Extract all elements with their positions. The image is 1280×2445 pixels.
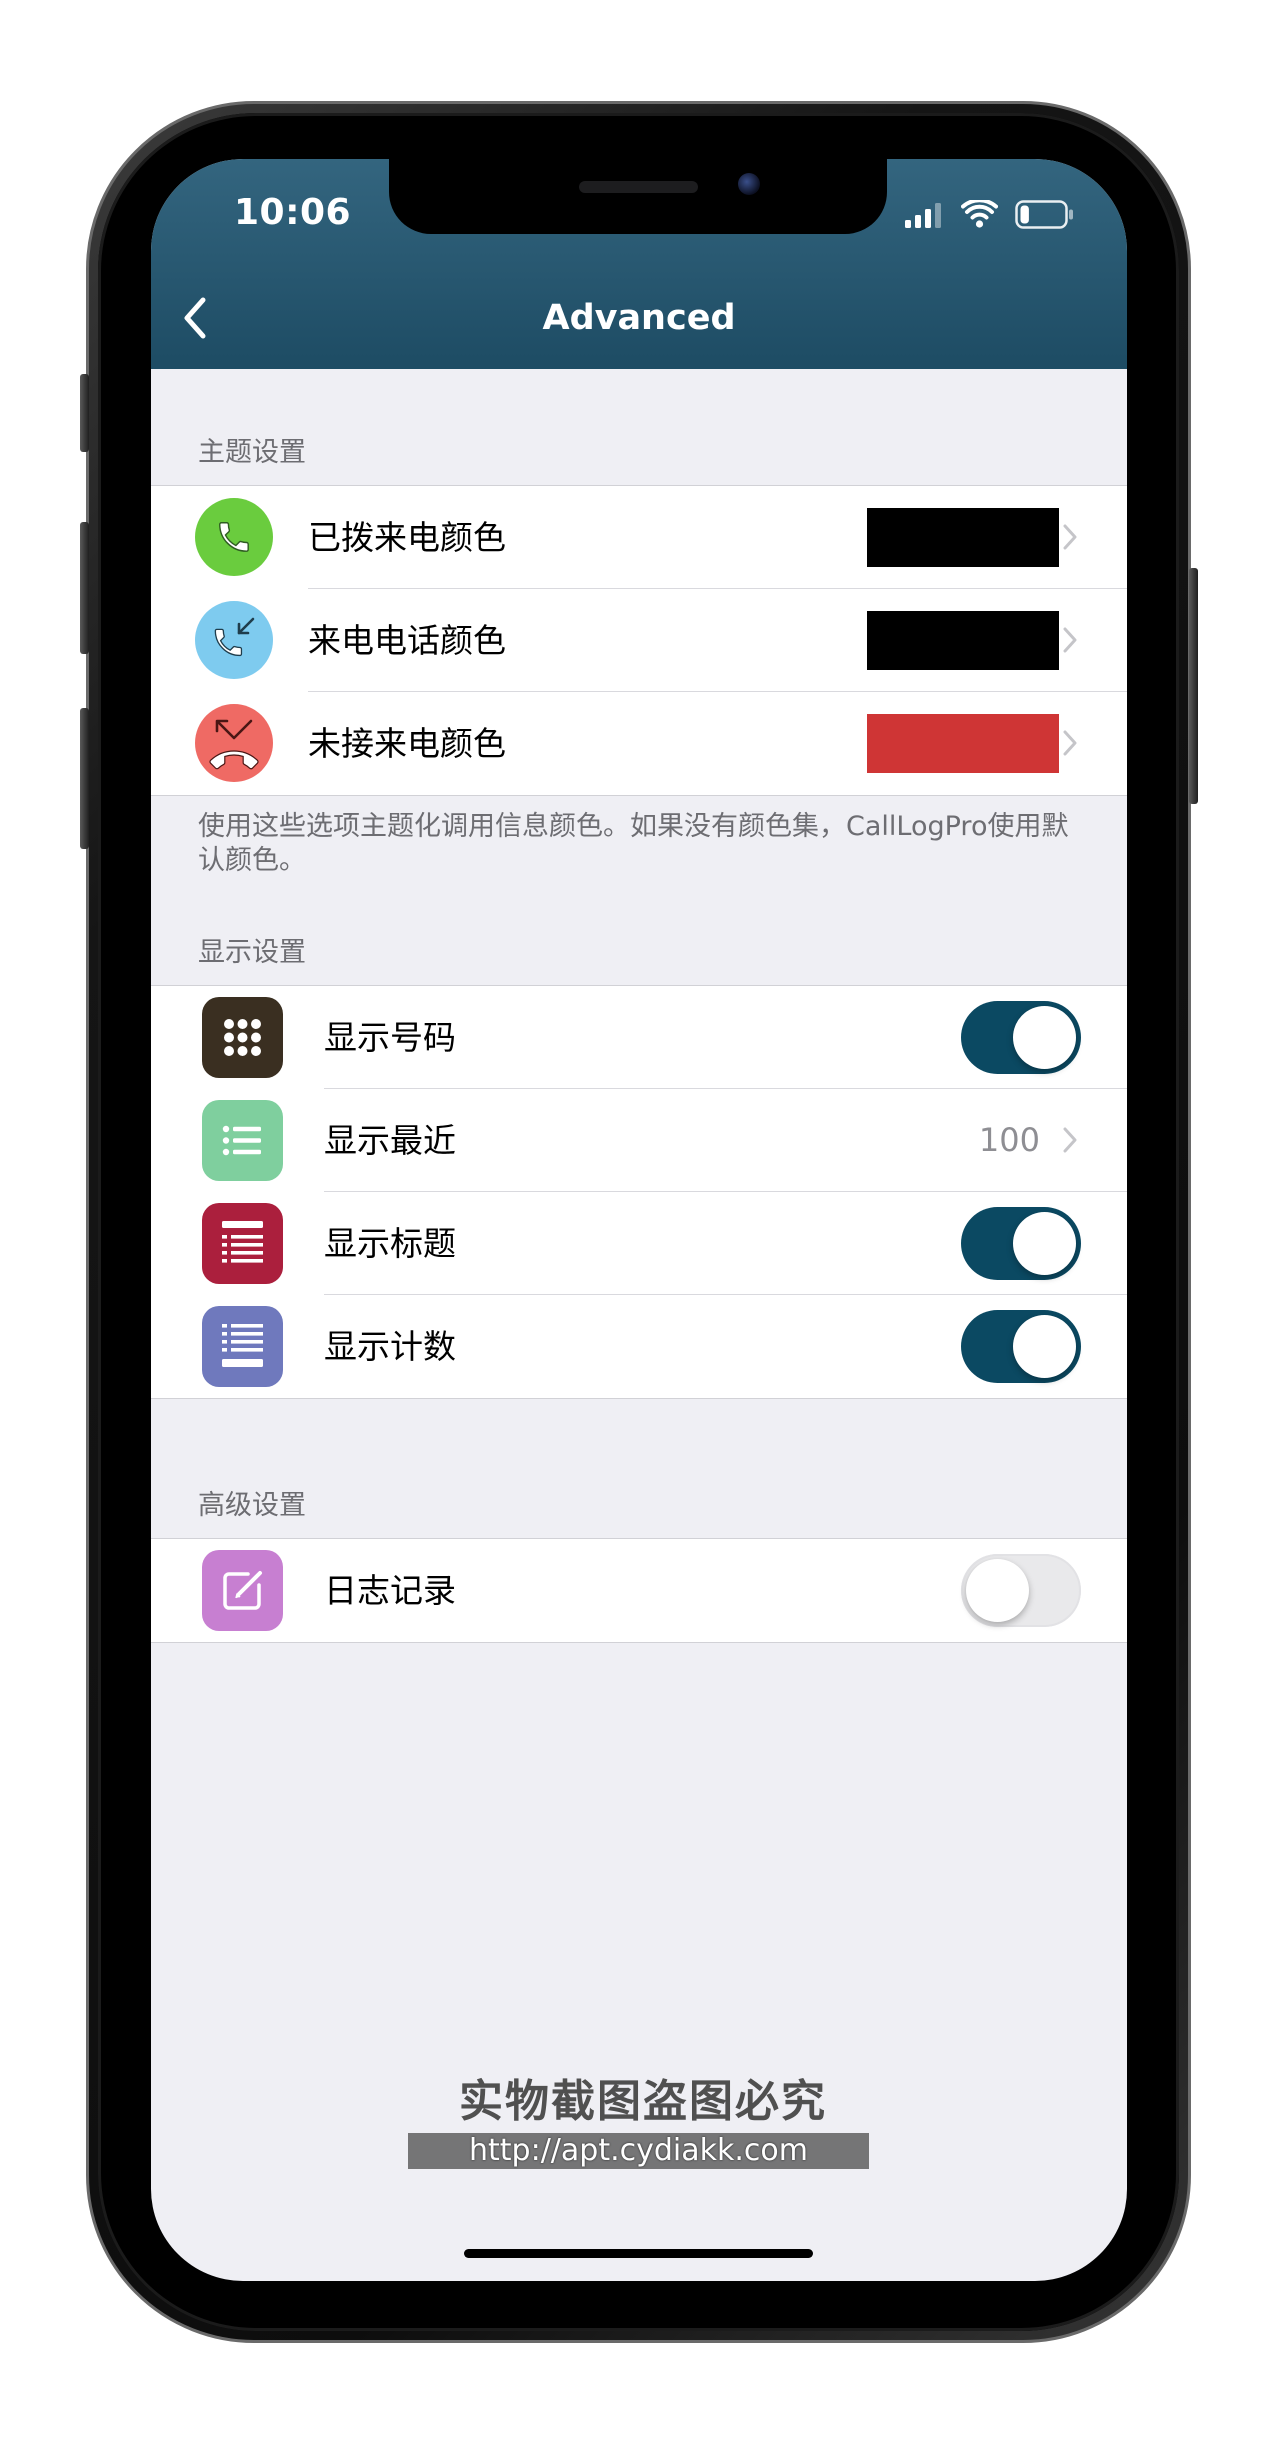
- outgoing-call-color-row[interactable]: 已拨来电颜色: [151, 486, 1127, 589]
- keypad-icon-glyph: [224, 1019, 261, 1056]
- notch: [389, 159, 887, 234]
- keypad-icon: [202, 997, 283, 1078]
- section-header-display: 显示设置: [198, 937, 306, 968]
- signal-bar: [925, 209, 931, 228]
- navigation-bar: 10:06 Advanced: [151, 159, 1127, 369]
- home-indicator[interactable]: [464, 2249, 813, 2258]
- battery-fill: [1020, 205, 1029, 224]
- missed-call-icon-glyph: [209, 719, 259, 770]
- list-icon: [202, 1203, 283, 1284]
- missed-call-color-label: 未接来电颜色: [308, 724, 506, 763]
- advanced-settings-group: 日志记录: [151, 1538, 1127, 1643]
- watermark-text: 实物截图盗图必究: [459, 2076, 827, 2127]
- silent-switch: [80, 374, 89, 452]
- toggle-knob: [966, 1559, 1029, 1622]
- chevron-right-icon: [1063, 524, 1077, 550]
- volume-up-button: [80, 522, 89, 654]
- volume-down-button: [80, 708, 89, 849]
- logging-label: 日志记录: [324, 1571, 456, 1610]
- signal-bar: [915, 215, 921, 228]
- toggle-knob: [1013, 1212, 1076, 1275]
- wifi-icon: [961, 200, 998, 228]
- speaker-grill: [579, 181, 698, 193]
- incoming-call-color-swatch[interactable]: [867, 611, 1059, 670]
- battery-icon: [1015, 200, 1073, 229]
- show-recent-label: 显示最近: [324, 1121, 456, 1160]
- front-camera: [738, 173, 760, 195]
- edit-icon: [202, 1550, 283, 1631]
- display-settings-group: 显示号码 显示最近 100 显示标题 显示计数: [151, 985, 1127, 1399]
- missed-call-color-row[interactable]: 未接来电颜色: [151, 692, 1127, 795]
- signal-icon: [905, 203, 941, 228]
- show-title-row: 显示标题: [151, 1192, 1127, 1295]
- show-count-label: 显示计数: [324, 1327, 456, 1366]
- page-title: Advanced: [542, 298, 736, 338]
- theme-footer-note: 使用这些选项主题化调用信息颜色。如果没有颜色集，CallLogPro使用默认颜色…: [198, 811, 1069, 876]
- incoming-call-icon-glyph: [214, 617, 255, 657]
- toggle-knob: [1013, 1315, 1076, 1378]
- phone-screen: 10:06 Advanced 主题设置 已拨来电颜色 来电电话颜色 未接来电颜色…: [151, 159, 1127, 2281]
- show-title-label: 显示标题: [324, 1224, 456, 1263]
- chevron-right-icon: [1063, 730, 1077, 756]
- missed-call-color-swatch[interactable]: [867, 714, 1059, 773]
- incoming-call-color-label: 来电电话颜色: [308, 621, 506, 660]
- power-button: [1189, 568, 1198, 804]
- list-icon: [202, 1306, 283, 1387]
- logging-row: 日志记录: [151, 1539, 1127, 1642]
- missed-call-icon: [195, 704, 273, 782]
- show-recent-value: 100: [978, 1121, 1040, 1159]
- incoming-call-icon: [195, 601, 273, 679]
- show-recent-row[interactable]: 显示最近 100: [151, 1089, 1127, 1192]
- chevron-right-icon: [1063, 627, 1077, 653]
- theme-settings-group: 已拨来电颜色 来电电话颜色 未接来电颜色: [151, 485, 1127, 796]
- outgoing-call-icon-glyph: [219, 522, 249, 552]
- toggle-knob: [1013, 1006, 1076, 1069]
- show-count-toggle[interactable]: [961, 1310, 1081, 1383]
- incoming-call-color-row[interactable]: 来电电话颜色: [151, 589, 1127, 692]
- edit-icon-glyph: [223, 1571, 262, 1610]
- signal-bar: [935, 203, 941, 228]
- list-icon-glyph: [222, 1125, 261, 1156]
- show-title-toggle[interactable]: [961, 1207, 1081, 1280]
- section-header-advanced: 高级设置: [198, 1490, 306, 1521]
- show-count-row: 显示计数: [151, 1295, 1127, 1398]
- outgoing-call-icon: [195, 498, 273, 576]
- signal-bar: [905, 220, 911, 228]
- section-header-theme: 主题设置: [198, 437, 306, 468]
- status-time: 10:06: [234, 192, 352, 233]
- logging-toggle[interactable]: [961, 1554, 1081, 1627]
- show-number-label: 显示号码: [324, 1018, 456, 1057]
- watermark-url: http://apt.cydiakk.com: [408, 2133, 869, 2169]
- outgoing-call-color-swatch[interactable]: [867, 508, 1059, 567]
- list-icon: [202, 1100, 283, 1181]
- show-number-toggle[interactable]: [961, 1001, 1081, 1074]
- outgoing-call-color-label: 已拨来电颜色: [308, 518, 506, 557]
- show-number-row: 显示号码: [151, 986, 1127, 1089]
- list-icon-glyph: [222, 1221, 263, 1263]
- chevron-right-icon: [1063, 1127, 1077, 1153]
- list-icon-glyph: [222, 1324, 263, 1367]
